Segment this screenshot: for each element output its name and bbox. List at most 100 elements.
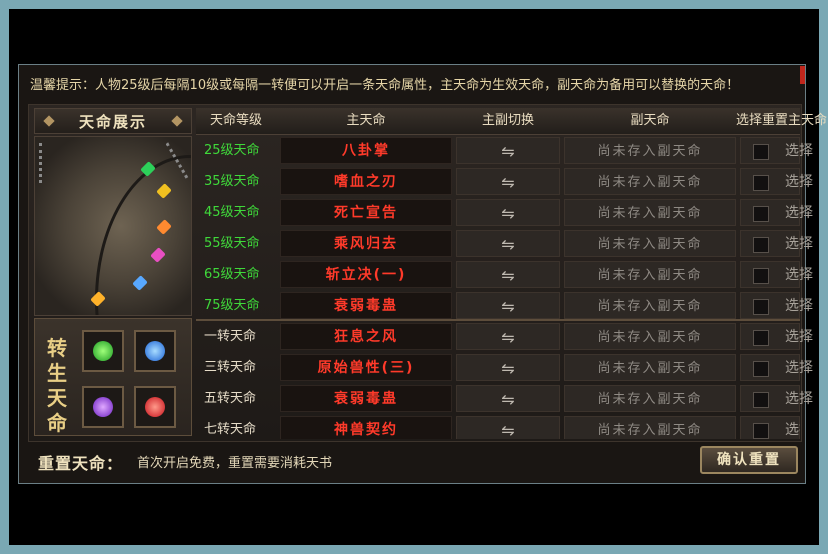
- pick-cell: 选择: [740, 168, 813, 195]
- level-label: 五转天命: [204, 391, 257, 406]
- main-destiny: 原始兽性(三): [280, 354, 452, 381]
- close-tab[interactable]: [800, 66, 805, 84]
- sub-destiny: 尚未存入副天命: [564, 261, 736, 288]
- sub-destiny: 尚未存入副天命: [564, 416, 736, 439]
- reborn-slot-green[interactable]: [82, 330, 124, 372]
- header-sub: 副天命: [630, 113, 670, 128]
- sub-destiny: 尚未存入副天命: [564, 230, 736, 257]
- section-divider: [196, 319, 800, 321]
- header-level: 天命等级: [209, 113, 262, 128]
- switch-button[interactable]: ⇋: [456, 323, 560, 350]
- pick-cell: 选择: [740, 261, 813, 288]
- level-label: 35级天命: [204, 174, 260, 189]
- display-title: 天命展示: [34, 108, 192, 134]
- level-label: 65级天命: [204, 267, 260, 282]
- table-row: 三转天命 原始兽性(三) ⇋ 尚未存入副天命 选择: [196, 353, 813, 382]
- table-row: 一转天命 狂息之风 ⇋ 尚未存入副天命 选择: [196, 322, 813, 351]
- table-row: 45级天命 死亡宣告 ⇋ 尚未存入副天命 选择: [196, 198, 813, 227]
- select-checkbox[interactable]: [753, 206, 769, 222]
- display-area: [34, 136, 192, 316]
- pick-cell: 选择: [740, 292, 813, 319]
- switch-button[interactable]: ⇋: [456, 292, 560, 319]
- main-destiny: 斩立决(一): [280, 261, 452, 288]
- green-orb-icon: [93, 341, 113, 361]
- switch-button[interactable]: ⇋: [456, 261, 560, 288]
- switch-button[interactable]: ⇋: [456, 230, 560, 257]
- purple-orb-icon: [93, 397, 113, 417]
- pick-label[interactable]: 选择: [785, 355, 813, 382]
- pick-label[interactable]: 选择: [785, 262, 813, 289]
- main-destiny: 死亡宣告: [280, 199, 452, 226]
- header-main: 主天命: [346, 113, 386, 128]
- header-pick: 选择重置主天命: [736, 113, 828, 128]
- table-row: 75级天命 衰弱毒蛊 ⇋ 尚未存入副天命 选择: [196, 291, 813, 320]
- switch-button[interactable]: ⇋: [456, 168, 560, 195]
- level-label: 一转天命: [204, 329, 257, 344]
- pick-cell: 选择: [740, 416, 800, 439]
- select-checkbox[interactable]: [753, 392, 769, 408]
- pick-label[interactable]: 选择: [785, 293, 813, 320]
- reset-description: 首次开启免费，重置需要消耗天书: [137, 456, 333, 471]
- orbit-ring: [95, 155, 191, 315]
- select-checkbox[interactable]: [753, 144, 769, 160]
- blue-orb-icon: [145, 341, 165, 361]
- pick-cell: 选择: [740, 354, 813, 381]
- select-checkbox[interactable]: [753, 330, 769, 346]
- reborn-slot-blue[interactable]: [134, 330, 176, 372]
- level-label: 55级天命: [204, 236, 260, 251]
- reset-title: 重置天命：: [38, 454, 124, 473]
- select-checkbox[interactable]: [753, 299, 769, 315]
- table-row: 七转天命 神兽契约 ⇋ 尚未存入副天命 选择: [196, 415, 800, 439]
- table-row: 35级天命 嗜血之刃 ⇋ 尚未存入副天命 选择: [196, 167, 813, 196]
- select-checkbox[interactable]: [753, 237, 769, 253]
- main-destiny: 衰弱毒蛊: [280, 292, 452, 319]
- switch-button[interactable]: ⇋: [456, 354, 560, 381]
- switch-button[interactable]: ⇋: [456, 199, 560, 226]
- sub-destiny: 尚未存入副天命: [564, 385, 736, 412]
- main-destiny: 狂息之风: [280, 323, 452, 350]
- chain-icon: [39, 143, 48, 183]
- pick-cell: 选择: [740, 137, 813, 164]
- table-row: 65级天命 斩立决(一) ⇋ 尚未存入副天命 选择: [196, 260, 813, 289]
- display-title-text: 天命展示: [78, 113, 147, 131]
- table-header: 天命等级 主天命 主副切换 副天命 选择重置主天命: [196, 108, 828, 135]
- select-checkbox[interactable]: [753, 268, 769, 284]
- main-destiny: 乘风归去: [280, 230, 452, 257]
- switch-button[interactable]: ⇋: [456, 416, 560, 439]
- pick-label[interactable]: 选择: [785, 169, 813, 196]
- pick-label[interactable]: 选择: [785, 200, 813, 227]
- pick-label[interactable]: 选择: [785, 324, 813, 351]
- pick-cell: 选择: [740, 323, 813, 350]
- pick-label[interactable]: 选择: [785, 138, 813, 165]
- reborn-slot-purple[interactable]: [82, 386, 124, 428]
- table-row: 25级天命 八卦掌 ⇋ 尚未存入副天命 选择: [196, 136, 813, 165]
- pick-cell: 选择: [740, 385, 813, 412]
- level-label: 七转天命: [204, 422, 257, 437]
- table-row: 55级天命 乘风归去 ⇋ 尚未存入副天命 选择: [196, 229, 813, 258]
- pick-cell: 选择: [740, 199, 813, 226]
- sub-destiny: 尚未存入副天命: [564, 199, 736, 226]
- level-label: 25级天命: [204, 143, 260, 158]
- sub-destiny: 尚未存入副天命: [564, 323, 736, 350]
- pick-label[interactable]: 选择: [785, 417, 800, 439]
- select-checkbox[interactable]: [753, 423, 769, 439]
- switch-button[interactable]: ⇋: [456, 385, 560, 412]
- sub-destiny: 尚未存入副天命: [564, 354, 736, 381]
- pick-cell: 选择: [740, 230, 813, 257]
- level-label: 75级天命: [204, 298, 260, 313]
- pick-label[interactable]: 选择: [785, 231, 813, 258]
- reborn-title: 转 生 天 命: [47, 336, 67, 435]
- main-destiny: 衰弱毒蛊: [280, 385, 452, 412]
- reborn-slot-red[interactable]: [134, 386, 176, 428]
- diamond-icon: [171, 115, 183, 127]
- select-checkbox[interactable]: [753, 175, 769, 191]
- select-checkbox[interactable]: [753, 361, 769, 377]
- sub-destiny: 尚未存入副天命: [564, 292, 736, 319]
- sub-destiny: 尚未存入副天命: [564, 137, 736, 164]
- pick-label[interactable]: 选择: [785, 386, 813, 413]
- level-label: 三转天命: [204, 360, 257, 375]
- confirm-reset-button[interactable]: 确认重置: [700, 446, 798, 474]
- red-orb-icon: [145, 397, 165, 417]
- switch-button[interactable]: ⇋: [456, 137, 560, 164]
- diamond-icon: [43, 115, 55, 127]
